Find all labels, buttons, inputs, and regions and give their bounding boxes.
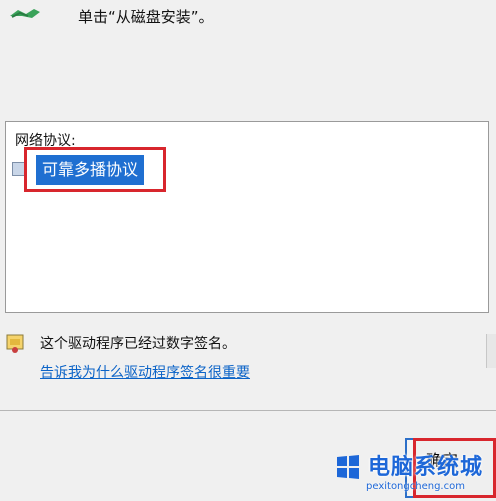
signature-status: 这个驱动程序已经过数字签名。	[40, 336, 236, 352]
divider	[0, 410, 496, 411]
certificate-icon	[6, 334, 24, 353]
watermark-title: 电脑系统城	[368, 455, 484, 480]
signature-info-link[interactable]: 告诉我为什么驱动程序签名很重要	[40, 362, 250, 382]
watermark-url: pexitongcheng.com	[366, 481, 465, 492]
side-button[interactable]	[486, 334, 496, 368]
driver-icon	[10, 9, 40, 18]
watermark-logo-icon	[337, 455, 359, 479]
highlight-frame	[24, 147, 166, 192]
network-protocol-list[interactable]: 网络协议: 可靠多播协议	[5, 121, 489, 313]
instruction-text: 单击“从磁盘安装”。	[78, 8, 214, 26]
